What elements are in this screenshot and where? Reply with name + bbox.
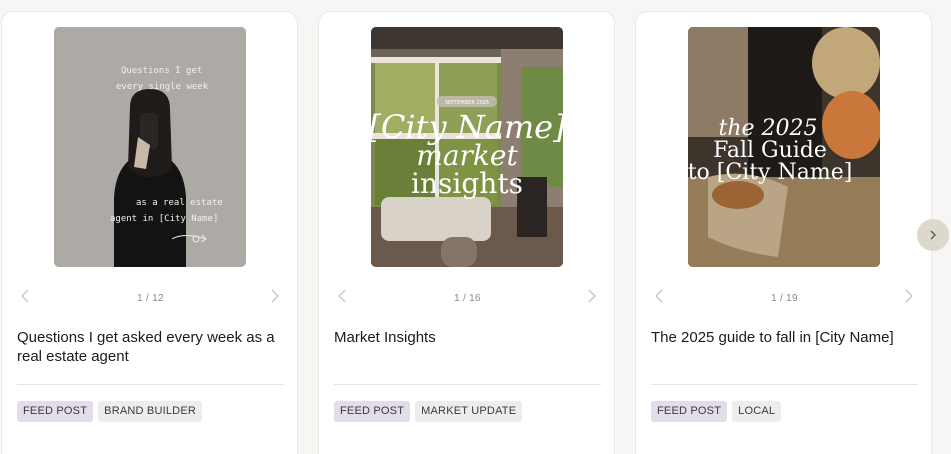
- tag-badge: BRAND BUILDER: [98, 401, 202, 422]
- slide-counter: 1 / 16: [454, 293, 481, 304]
- slide-counter: 1 / 19: [771, 293, 798, 304]
- living-room-photo-graphic: SEPTEMBER 2025 [City Name] market insigh…: [371, 27, 563, 267]
- image-overlay-text: insights: [411, 167, 523, 200]
- tag-badge: FEED POST: [17, 401, 94, 422]
- image-overlay-text: Questions I get: [121, 66, 202, 76]
- chevron-right-icon: [930, 230, 936, 240]
- divider: [651, 384, 918, 385]
- chevron-right-icon: [271, 289, 279, 303]
- tag-list: FEED POST BRAND BUILDER: [17, 401, 202, 422]
- image-overlay-text: agent in [City Name]: [110, 214, 218, 224]
- slide-counter: 1 / 12: [137, 293, 164, 304]
- tag-badge: FEED POST: [334, 401, 411, 422]
- carousel-next-button[interactable]: [917, 219, 949, 251]
- template-preview-image[interactable]: SEPTEMBER 2025 [City Name] market insigh…: [371, 27, 563, 267]
- tag-badge: MARKET UPDATE: [415, 401, 523, 422]
- template-title[interactable]: Market Insights: [334, 328, 602, 347]
- chevron-right-icon: [588, 289, 596, 303]
- template-card[interactable]: Questions I get every single week as a r…: [1, 11, 298, 454]
- template-title[interactable]: Questions I get asked every week as a re…: [17, 328, 285, 366]
- divider: [334, 384, 601, 385]
- templates-carousel: Questions I get every single week as a r…: [0, 0, 951, 454]
- template-title[interactable]: The 2025 guide to fall in [City Name]: [651, 328, 919, 347]
- tag-badge: LOCAL: [732, 401, 782, 422]
- image-badge-text: SEPTEMBER 2025: [445, 100, 489, 106]
- fall-still-life-photo-graphic: the 2025 Fall Guide to [City Name]: [688, 27, 880, 267]
- image-overlay-text: as a real estate: [136, 198, 223, 208]
- tag-list: FEED POST MARKET UPDATE: [334, 401, 523, 422]
- slide-next-button[interactable]: [583, 288, 599, 304]
- tag-list: FEED POST LOCAL: [651, 401, 782, 422]
- template-preview-image[interactable]: the 2025 Fall Guide to [City Name]: [688, 27, 880, 267]
- divider: [17, 384, 284, 385]
- chevron-right-icon: [905, 289, 913, 303]
- template-card[interactable]: SEPTEMBER 2025 [City Name] market insigh…: [318, 11, 615, 454]
- template-preview-image[interactable]: Questions I get every single week as a r…: [54, 27, 246, 267]
- image-overlay-text: to [City Name]: [688, 160, 852, 185]
- slide-next-button[interactable]: [900, 288, 916, 304]
- tag-badge: FEED POST: [651, 401, 728, 422]
- selfie-photo-graphic: Questions I get every single week as a r…: [54, 27, 246, 267]
- template-card[interactable]: the 2025 Fall Guide to [City Name] 1 / 1…: [635, 11, 932, 454]
- image-overlay-text: every single week: [116, 82, 209, 92]
- slide-next-button[interactable]: [266, 288, 282, 304]
